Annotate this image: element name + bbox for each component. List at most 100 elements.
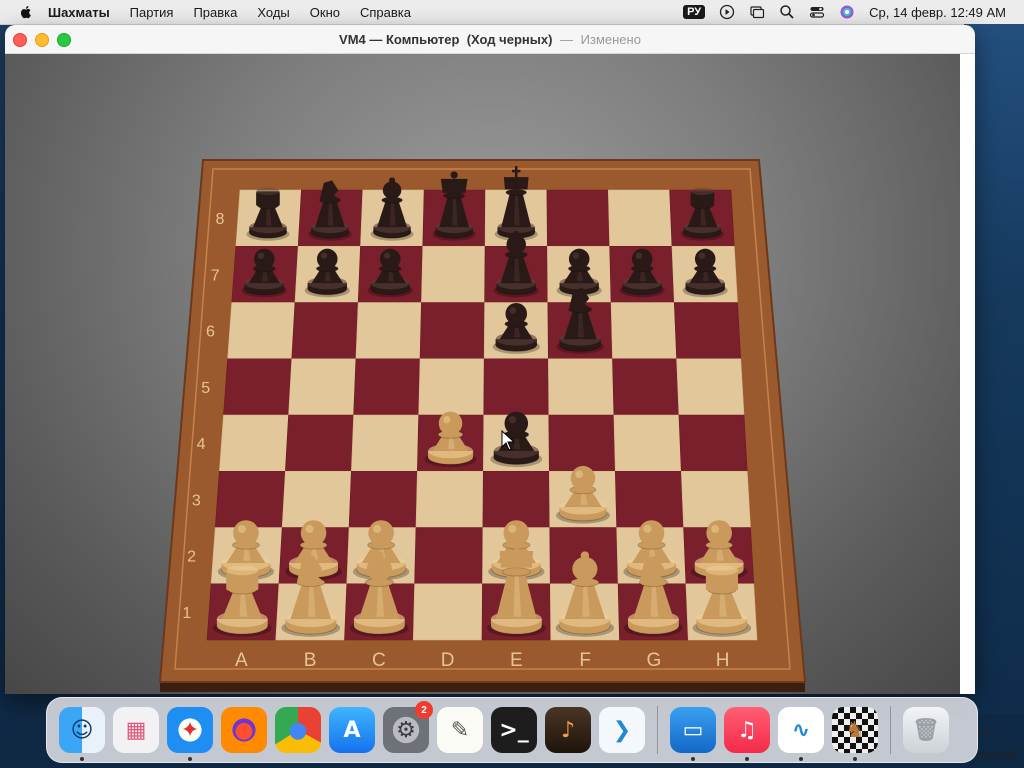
file-label: E (510, 650, 523, 671)
window-titlebar[interactable]: VM4 — Компьютер (Ход черных) — Изменено (5, 25, 975, 54)
dock-icon-glyph: ❯ (612, 717, 632, 743)
board-square[interactable] (353, 358, 421, 416)
control-center-icon[interactable] (809, 4, 825, 20)
board-square[interactable] (482, 470, 551, 528)
rank-label: 6 (206, 324, 215, 341)
dock-icon-glyph: ✎ (450, 717, 470, 743)
board-square[interactable] (281, 470, 352, 528)
board-square[interactable] (351, 414, 419, 472)
board-square[interactable] (613, 414, 682, 472)
file-label: G (646, 650, 661, 671)
chess-board[interactable]: 8 7 6 5 4 3 2 1 A B C D E F G H (5, 54, 975, 694)
input-source-indicator[interactable]: РУ (683, 5, 706, 19)
launchpad-icon[interactable]: ▦ (113, 707, 159, 753)
play-circle-icon[interactable] (719, 4, 735, 20)
terminal-icon[interactable]: >_ (491, 707, 537, 753)
board-square[interactable] (421, 245, 486, 303)
menu-window[interactable]: Окно (310, 5, 340, 20)
finder-icon[interactable]: ☺ (59, 707, 105, 761)
dock-icon-glyph: ∿ (791, 717, 811, 743)
app-menu[interactable]: Шахматы (48, 5, 110, 20)
zoom-button[interactable] (57, 33, 71, 47)
board-square[interactable] (223, 358, 293, 416)
rank-label: 8 (215, 211, 224, 228)
board-square[interactable] (355, 302, 422, 360)
board-square[interactable] (676, 358, 745, 416)
file-label: F (579, 650, 591, 671)
board-square[interactable] (548, 358, 615, 416)
window-title-separator: — (560, 31, 574, 47)
board-square[interactable] (418, 358, 485, 416)
app-store-icon[interactable]: A (329, 707, 375, 753)
menu-bar: Шахматы Партия Правка Ходы Окно Справка … (0, 0, 1024, 25)
board-square[interactable] (680, 470, 751, 528)
board-square[interactable] (415, 470, 484, 528)
dock-icon-glyph: ▦ (125, 717, 147, 743)
menu-game[interactable]: Партия (130, 5, 174, 20)
board-square[interactable] (214, 470, 286, 528)
keynote-icon[interactable]: ▭ (670, 707, 716, 761)
zoom-label: асштаб (978, 749, 1016, 761)
menu-clock[interactable]: Ср, 14 февр. 12:49 AM (869, 5, 1006, 20)
freeform-icon[interactable]: ∿ (778, 707, 824, 761)
board-square[interactable] (678, 414, 748, 472)
board-square[interactable] (419, 302, 485, 360)
board-square[interactable] (291, 302, 359, 360)
dock-separator (657, 706, 658, 754)
notification-badge: 2 (415, 701, 433, 719)
apple-menu-icon[interactable] (18, 4, 34, 20)
minimize-button[interactable] (35, 33, 49, 47)
vscode-icon[interactable]: ❯ (599, 707, 645, 753)
board-square[interactable] (483, 358, 550, 416)
window-title-main: VM4 — Компьютер (339, 31, 460, 47)
safari-icon[interactable]: ✦ (167, 707, 213, 761)
menu-moves[interactable]: Ходы (257, 5, 289, 20)
board-square[interactable] (548, 414, 616, 472)
siri-icon[interactable] (839, 4, 855, 20)
board-square[interactable] (285, 414, 354, 472)
dock-icon-glyph: ✦ (180, 717, 200, 743)
board-square[interactable] (607, 189, 673, 247)
file-label: C (372, 650, 386, 671)
dock-icon-glyph: A (343, 717, 361, 743)
zoom-value[interactable]: % ⌄ (978, 728, 1016, 741)
textedit-icon[interactable]: ✎ (437, 707, 483, 753)
firefox-icon[interactable]: ● (221, 707, 267, 753)
file-label: D (441, 650, 455, 671)
board-square[interactable] (610, 302, 677, 360)
running-indicator (188, 757, 192, 761)
close-button[interactable] (13, 33, 27, 47)
system-settings-icon[interactable]: ⚙ 2 (383, 701, 433, 753)
board-square[interactable] (348, 470, 418, 528)
music-icon[interactable]: ♫ (724, 707, 770, 761)
trash-icon[interactable]: 🗑 (903, 707, 949, 753)
dock-icon-glyph: >_ (499, 717, 529, 743)
board-square[interactable] (288, 358, 357, 416)
board-square[interactable] (412, 583, 483, 641)
file-label: H (716, 650, 730, 671)
rank-label: 5 (201, 380, 210, 397)
board-square[interactable] (414, 527, 484, 585)
board-square[interactable] (673, 302, 742, 360)
running-indicator (853, 757, 857, 761)
file-label: A (235, 650, 248, 671)
status-area: РУ Ср, 14 февр. 12:49 AM (683, 0, 1006, 24)
window-title: VM4 — Компьютер (Ход черных) — Изменено (339, 32, 641, 47)
chess-window: VM4 — Компьютер (Ход черных) — Изменено … (5, 25, 975, 694)
rank-label: 1 (182, 605, 191, 622)
board-square[interactable] (612, 358, 680, 416)
dock-icon-glyph: ● (288, 717, 308, 743)
screen-mirroring-icon[interactable] (749, 4, 765, 20)
spotlight-search-icon[interactable] (779, 4, 795, 20)
menu-edit[interactable]: Правка (193, 5, 237, 20)
chrome-icon[interactable]: ● (275, 707, 321, 753)
menu-help[interactable]: Справка (360, 5, 411, 20)
rank-label: 2 (187, 549, 196, 566)
board-scene[interactable]: 8 7 6 5 4 3 2 1 A B C D E F G H (5, 54, 975, 694)
board-square[interactable] (546, 189, 610, 247)
chess-icon[interactable]: ♞ (832, 707, 878, 761)
board-square[interactable] (219, 414, 289, 472)
board-square[interactable] (614, 470, 684, 528)
board-square[interactable] (227, 302, 296, 360)
garageband-icon[interactable]: ♪ (545, 707, 591, 753)
